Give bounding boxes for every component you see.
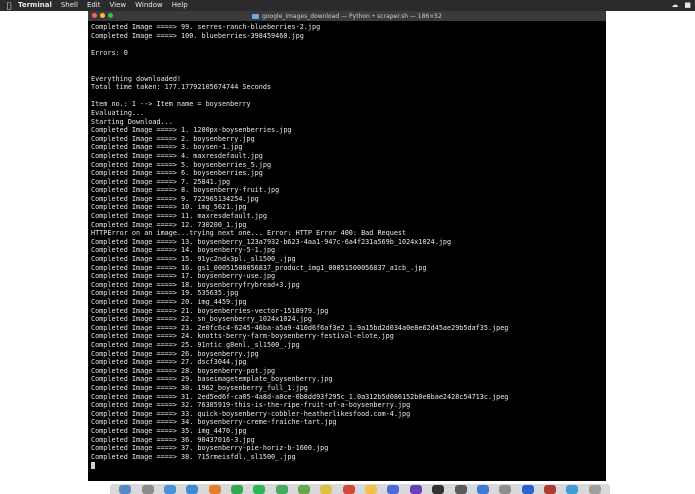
terminal-line: Completed Image ====> 14. boysenberry-5-…: [91, 246, 276, 255]
terminal-line: Completed Image ====> 20. img_4459.jpg: [91, 298, 247, 306]
firefox-icon[interactable]: [208, 485, 221, 494]
menu-shell[interactable]: Shell: [61, 0, 78, 11]
terminal-line: Completed Image ====> 10. img_5621.jpg: [91, 203, 247, 212]
terminal-prompt[interactable]: [91, 461, 603, 470]
terminal-line: Completed Image ====> 32. 76385919-this-…: [91, 401, 411, 410]
terminal-output[interactable]: Completed Image ====> 99. serres-ranch-b…: [88, 21, 606, 472]
terminal-line: Errors: 0: [91, 48, 128, 57]
terminal-line: Completed Image ====> 6. boysenberries.j…: [91, 169, 263, 178]
app-store-icon[interactable]: [476, 485, 489, 494]
terminal-line: Completed Image ====> 27. dscf3044.jpg: [91, 358, 247, 367]
messages-icon[interactable]: [253, 485, 266, 494]
terminal-line: Completed Image ====> 37. boysenberry-pi…: [91, 444, 329, 453]
window-title: google_images_download — Python • scrape…: [262, 12, 442, 20]
terminal-icon[interactable]: [432, 485, 445, 494]
terminal-line: Completed Image ====> 35. img_4470.jpg: [91, 426, 247, 435]
menu-edit[interactable]: Edit: [87, 0, 101, 11]
window-titlebar[interactable]: google_images_download — Python • scrape…: [88, 11, 606, 21]
cursor-block: [91, 461, 95, 469]
terminal-line: Completed Image ====> 2. boysenberry.jpg: [91, 134, 255, 143]
terminal-line: Completed Image ====> 4. maxresdefault.j…: [91, 151, 263, 160]
terminal-line: Completed Image ====> 99. serres-ranch-b…: [91, 23, 321, 31]
dock: [110, 484, 610, 494]
launchpad-icon[interactable]: [141, 485, 154, 494]
terminal-line: Completed Image ====> 1. 1200px-boysenbe…: [91, 126, 292, 135]
terminal-line: Completed Image ====> 18. boysenberryfry…: [91, 280, 300, 289]
terminal-line: Completed Image ====> 31. 2ed5ed6f-ca05-…: [91, 392, 509, 401]
terminal-line: Completed Image ====> 7. 25841.jpg: [91, 177, 231, 186]
menu-view[interactable]: View: [110, 0, 127, 11]
terminal-line: Completed Image ====> 30. 1962_boysenber…: [91, 383, 308, 392]
terminal-line: Evaluating...: [91, 108, 145, 117]
terminal-line: Item no.: 1 --> Item name = boysenberry: [91, 100, 251, 109]
terminal-line: Completed Image ====> 24. knotts-berry-f…: [91, 332, 394, 341]
chrome-icon[interactable]: [230, 485, 243, 494]
notes-icon[interactable]: [320, 485, 333, 494]
folder-icon: [252, 13, 260, 19]
cloud-icon[interactable]: ☁: [671, 0, 678, 11]
maps-icon[interactable]: [298, 485, 311, 494]
chrome-canary-icon[interactable]: [365, 485, 378, 494]
vscode-icon[interactable]: [387, 485, 400, 494]
terminal-line: Completed Image ====> 9. 722965134254.jp…: [91, 194, 259, 203]
terminal-line: Completed Image ====> 13. boysenberry_12…: [91, 237, 452, 246]
terminal-line: Everything downloaded!: [91, 74, 182, 83]
terminal-line: Completed Image ====> 22. sn_boysenberry…: [91, 315, 312, 324]
teams-icon[interactable]: [409, 485, 422, 494]
status-area: ☁ ■: [665, 0, 691, 11]
mail-icon[interactable]: [186, 485, 199, 494]
terminal-line: Completed Image ====> 19. 535635.jpg: [91, 289, 239, 298]
minimize-button[interactable]: [100, 13, 105, 18]
terminal-window[interactable]: google_images_download — Python • scrape…: [88, 11, 606, 481]
terminal-line: HTTPError on an image...trying next one.…: [91, 229, 407, 238]
settings-icon[interactable]: [499, 485, 512, 494]
whatsapp-icon[interactable]: [275, 485, 288, 494]
word-icon[interactable]: [521, 485, 534, 494]
apple-icon[interactable]: : [0, 0, 18, 11]
terminal-line: Completed Image ====> 17. boysenberry-us…: [91, 272, 276, 281]
safari-icon[interactable]: [163, 485, 176, 494]
photos-icon[interactable]: [342, 485, 355, 494]
terminal-line: Completed Image ====> 16. gs1_0005150005…: [91, 263, 427, 272]
window-controls: [92, 13, 116, 18]
terminal-line: Completed Image ====> 34. boysenberry-cr…: [91, 418, 337, 427]
vlc-icon[interactable]: [566, 485, 579, 494]
menu-window[interactable]: Window: [135, 0, 163, 11]
terminal-line: Completed Image ====> 8. boysenberry-fru…: [91, 186, 280, 195]
close-button[interactable]: [92, 13, 97, 18]
terminal-line: Completed Image ====> 15. 91yc2ndx3pl._s…: [91, 255, 296, 264]
menu-app-terminal[interactable]: Terminal: [18, 0, 52, 11]
terminal-line: Completed Image ====> 33. quick-boysenbe…: [91, 409, 411, 418]
terminal-line: Completed Image ====> 21. boysenberries-…: [91, 306, 329, 315]
terminal-line: Starting Download...: [91, 117, 173, 126]
trash-icon[interactable]: [588, 485, 601, 494]
terminal-line: Completed Image ====> 36. 90437016-3.jpg: [91, 435, 255, 444]
terminal-line: Completed Image ====> 23. 2e0fc6c4-6245-…: [91, 323, 509, 332]
powerpoint-icon[interactable]: [544, 485, 556, 494]
terminal-line: Completed Image ====> 5. boysenberries_5…: [91, 160, 272, 169]
terminal-line: Completed Image ====> 28. boysenberry-po…: [91, 366, 276, 375]
status-box-icon[interactable]: ■: [684, 0, 691, 11]
terminal-line: Completed Image ====> 29. baseimagetempl…: [91, 375, 333, 384]
finder-icon[interactable]: [119, 485, 132, 494]
terminal-line: Total time taken: 177.17792105674744 Sec…: [91, 83, 272, 92]
menu-bar:  Terminal Shell Edit View Window Help ☁…: [0, 0, 695, 11]
terminal-line: Completed Image ====> 11. maxresdefault.…: [91, 212, 267, 221]
terminal-line: Completed Image ====> 38. 715rmeisfdl._s…: [91, 452, 296, 461]
terminal-line: Completed Image ====> 26. boysenberry.jp…: [91, 349, 259, 358]
terminal-line: Completed Image ====> 12. 730200_1.jpg: [91, 220, 247, 229]
terminal-line: Completed Image ====> 100. blueberries-3…: [91, 31, 304, 40]
utility-icon[interactable]: [454, 485, 467, 494]
menu-help[interactable]: Help: [172, 0, 188, 11]
terminal-line: Completed Image ====> 3. boysen-1.jpg: [91, 143, 243, 152]
terminal-line: Completed Image ====> 25. 91ntic g8enl._…: [91, 340, 300, 349]
zoom-button[interactable]: [108, 13, 113, 18]
